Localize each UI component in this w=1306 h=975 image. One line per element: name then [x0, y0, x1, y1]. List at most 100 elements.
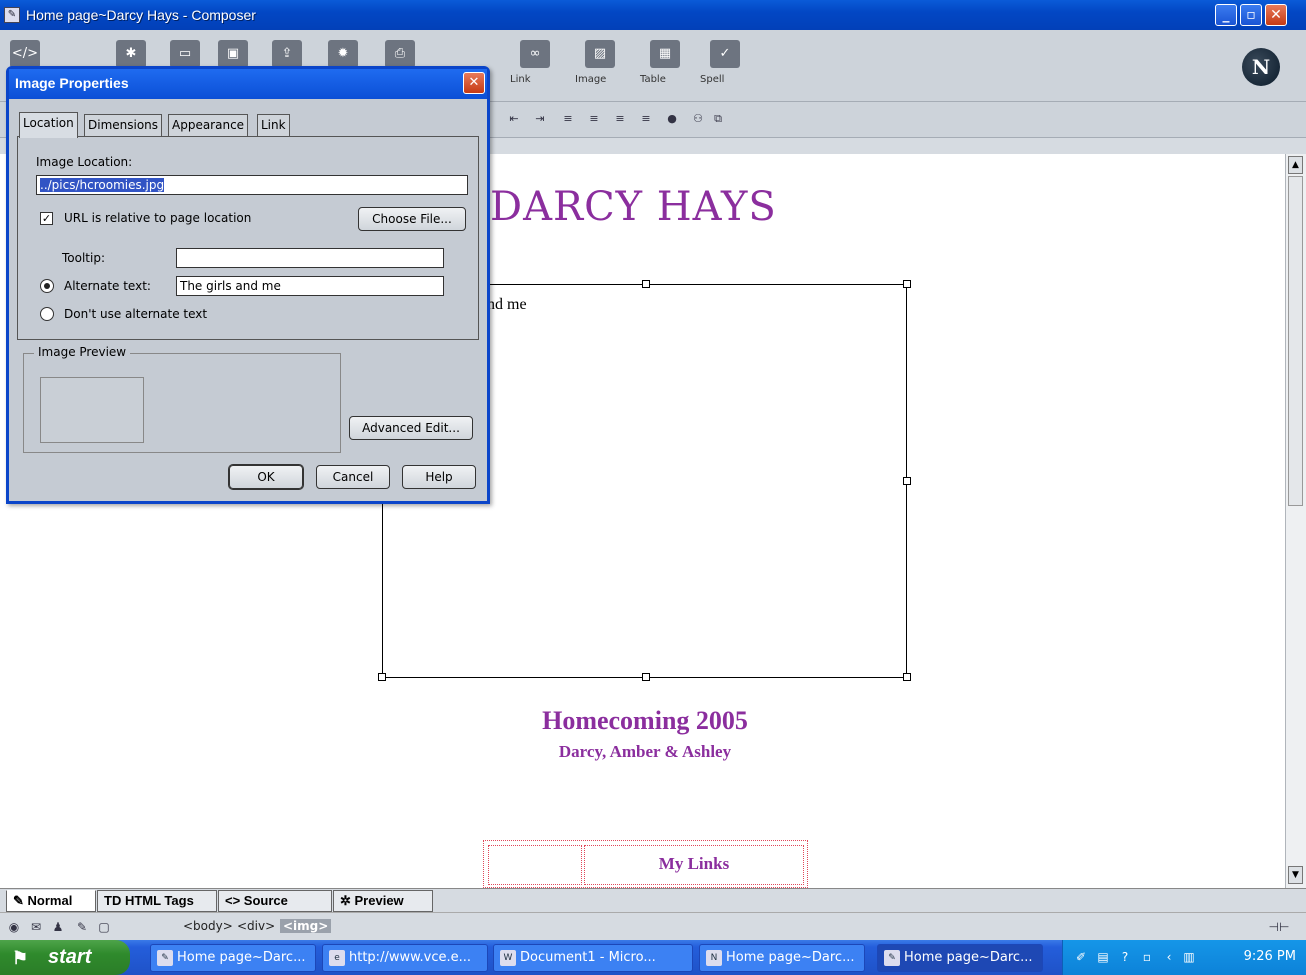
tab-location[interactable]: Location [19, 112, 78, 138]
start-button[interactable]: ⚑ start [0, 940, 130, 975]
table-toolbar-button[interactable]: ▦ Table [640, 36, 690, 96]
navigator-icon[interactable]: ◉ [6, 919, 22, 935]
taskbar-item-label: Document1 - Micro... [520, 950, 656, 965]
network-icon[interactable]: ▥ [1181, 949, 1197, 965]
format-icon[interactable]: ● [664, 112, 680, 126]
browser-icon: e [329, 950, 345, 966]
image-alt-text: nd me [487, 296, 527, 313]
align-center-icon[interactable]: ≡ [586, 112, 602, 126]
composer-icon: ✎ [157, 950, 173, 966]
tab-normal-label: Normal [27, 893, 73, 908]
scroll-thumb[interactable] [1288, 176, 1303, 506]
dialog-close-button[interactable]: ✕ [463, 72, 485, 94]
address-book-icon[interactable]: ♟ [50, 919, 66, 935]
align-right-icon[interactable]: ≡ [612, 112, 628, 126]
image-preview-box [40, 377, 144, 443]
justify-icon[interactable]: ≡ [638, 112, 654, 126]
relative-url-label: URL is relative to page location [64, 211, 252, 225]
restore-icon[interactable]: ▫ [1139, 949, 1155, 965]
connection-icon: ⊣⊢ [1268, 920, 1290, 934]
tab-link[interactable]: Link [257, 114, 290, 136]
tab-normal[interactable]: ✎ Normal [6, 890, 96, 912]
taskbar-item-label: Home page~Darc... [177, 950, 306, 965]
image-location-value: ../pics/hcroomies.jpg [40, 178, 165, 192]
taskbar-item-browser[interactable]: e http://www.vce.e... [322, 944, 488, 972]
system-tray: ✐ ▤ ? ▫ ‹ ▥ 9:26 PM [1062, 940, 1306, 975]
outdent-icon[interactable]: ⇤ [506, 112, 522, 126]
link-toolbar-button[interactable]: ∞ Link [510, 36, 560, 96]
resize-handle-bottom-right[interactable] [903, 673, 911, 681]
tab-source[interactable]: <> Source [218, 890, 332, 912]
tab-appearance[interactable]: Appearance [168, 114, 249, 136]
choose-file-button[interactable]: Choose File... [358, 207, 466, 231]
image-toolbar-button[interactable]: ▨ Image [575, 36, 625, 96]
links-table-cell-empty[interactable] [488, 845, 582, 885]
indent-icon[interactable]: ⇥ [532, 112, 548, 126]
tab-html-tags[interactable]: TD HTML Tags [97, 890, 217, 912]
cancel-button[interactable]: Cancel [316, 465, 390, 489]
resize-handle-top-right[interactable] [903, 280, 911, 288]
tab-preview[interactable]: ✲ Preview [333, 890, 433, 912]
ok-button[interactable]: OK [229, 465, 303, 489]
edit-mode-bar: ✎ Normal TD HTML Tags <> Source ✲ Previe… [0, 888, 1306, 912]
page-heading: DARCY HAYS [490, 184, 777, 230]
microphone-icon[interactable]: ✐ [1073, 949, 1089, 965]
image-location-input[interactable]: ../pics/hcroomies.jpg [36, 175, 468, 195]
taskbar-item-word[interactable]: W Document1 - Micro... [493, 944, 693, 972]
resize-handle-right[interactable] [903, 477, 911, 485]
resize-handle-top[interactable] [642, 280, 650, 288]
scroll-up-arrow[interactable]: ▲ [1288, 156, 1303, 174]
spell-icon: ✓ [710, 40, 740, 68]
tag-crumb-img[interactable]: <img> [280, 919, 332, 933]
link-label: Link [510, 74, 531, 85]
resize-handle-bottom-left[interactable] [378, 673, 386, 681]
taskbar-item-composer-2[interactable]: ✎ Home page~Darc... [877, 944, 1043, 972]
mail-icon[interactable]: ✉ [28, 919, 44, 935]
composer-app-icon[interactable]: ✎ [4, 7, 20, 23]
alternate-text-radio[interactable] [40, 279, 54, 293]
windows-taskbar: ⚑ start ✎ Home page~Darc... e http://www.v… [0, 940, 1306, 975]
spell-toolbar-button[interactable]: ✓ Spell [700, 36, 750, 96]
close-window-button[interactable]: ✕ [1265, 4, 1287, 26]
dialog-title: Image Properties [15, 75, 129, 91]
tag-crumb-body[interactable]: <body> [180, 919, 236, 933]
tooltip-label: Tooltip: [62, 251, 106, 265]
alternate-text-input[interactable]: The girls and me [176, 276, 444, 296]
block-icon[interactable]: ⧉ [710, 112, 726, 126]
taskbar-item-composer-1[interactable]: ✎ Home page~Darc... [150, 944, 316, 972]
tag-crumb-div[interactable]: <div> [234, 919, 278, 933]
save-icon: ▣ [218, 40, 248, 68]
resize-handle-bottom[interactable] [642, 673, 650, 681]
minimize-button[interactable]: _ [1215, 4, 1237, 26]
relative-url-checkbox[interactable]: ✓ [40, 212, 53, 225]
align-left-icon[interactable]: ≡ [560, 112, 576, 126]
links-table[interactable]: My Links [483, 840, 808, 888]
scroll-down-arrow[interactable]: ▼ [1288, 866, 1303, 884]
language-icon[interactable]: ▤ [1095, 949, 1111, 965]
taskbar-item-label: Home page~Darc... [904, 950, 1033, 965]
new-icon: ✱ [116, 40, 146, 68]
composer-icon[interactable]: ✎ [74, 919, 90, 935]
show-hidden-icons[interactable]: ‹ [1161, 949, 1177, 965]
table-icon: ▦ [650, 40, 680, 68]
no-alt-text-label: Don't use alternate text [64, 307, 208, 321]
netscape-logo[interactable]: N [1242, 48, 1280, 86]
taskbar-item-netscape[interactable]: N Home page~Darc... [699, 944, 865, 972]
links-table-cell-my-links[interactable]: My Links [584, 845, 804, 885]
no-alt-text-radio[interactable] [40, 307, 54, 321]
history-icon[interactable]: ▢ [96, 919, 112, 935]
tooltip-input[interactable] [176, 248, 444, 268]
window-title-bar: ✎ Home page~Darcy Hays - Composer _ ▫ ✕ [0, 0, 1306, 30]
help-tray-icon[interactable]: ? [1117, 949, 1133, 965]
help-button[interactable]: Help [402, 465, 476, 489]
alternate-text-label: Alternate text: [64, 279, 151, 293]
tab-html-tags-label: HTML Tags [124, 893, 194, 908]
location-tab-panel: Image Location: ../pics/hcroomies.jpg ✓ … [17, 136, 479, 340]
advanced-edit-button[interactable]: Advanced Edit... [349, 416, 473, 440]
caption-subtitle: Darcy, Amber & Ashley [558, 742, 732, 761]
dialog-title-bar[interactable]: Image Properties ✕ [9, 69, 487, 99]
anchor-icon[interactable]: ⚇ [690, 112, 706, 126]
maximize-button[interactable]: ▫ [1240, 4, 1262, 26]
tab-dimensions[interactable]: Dimensions [84, 114, 163, 136]
vertical-scrollbar[interactable]: ▲ ▼ [1285, 154, 1306, 888]
